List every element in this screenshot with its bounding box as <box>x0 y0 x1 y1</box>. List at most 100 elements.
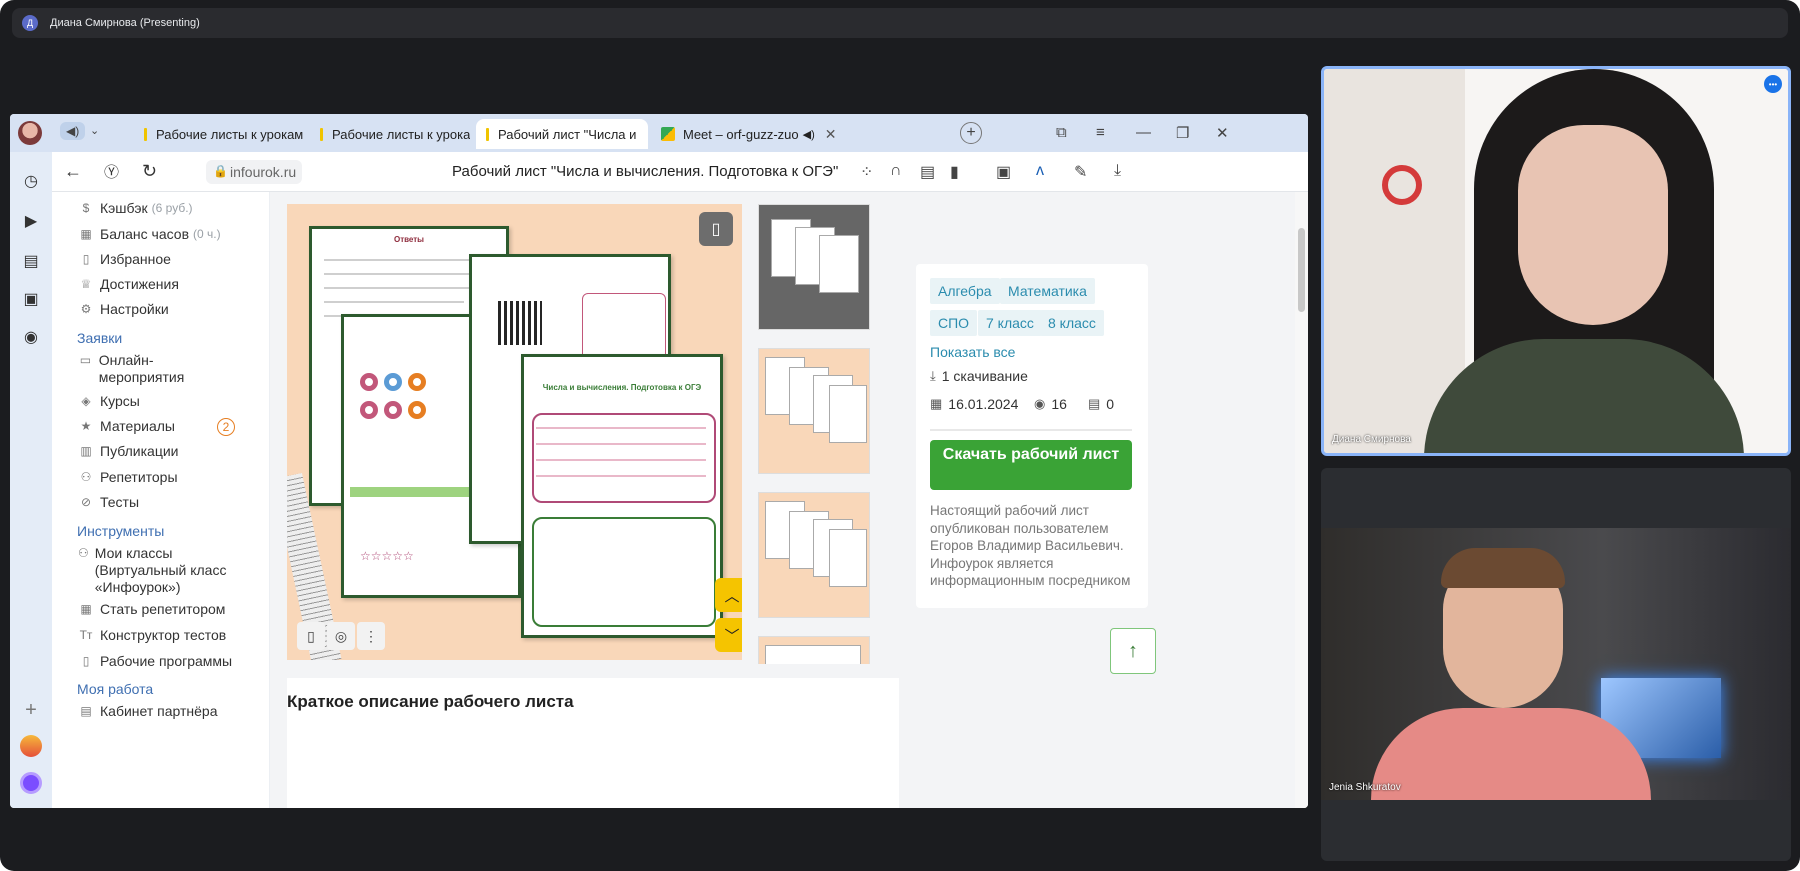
bookmark-icon: ▯ <box>82 252 90 266</box>
prev-page-button[interactable]: ︿ <box>715 578 742 612</box>
sidebar-item-tutors[interactable]: ⚇ Репетиторы <box>78 469 178 486</box>
sidebar-item-settings[interactable]: ⚙ Настройки <box>78 301 169 318</box>
tag-grade-8[interactable]: 8 класс <box>1040 310 1104 336</box>
scrollbar-thumb[interactable] <box>1298 228 1305 312</box>
sidebar-item-note: (0 ч.) <box>193 227 221 241</box>
more-icon[interactable]: ⋮ <box>357 622 385 650</box>
sidebar-item-label: Конструктор тестов <box>100 627 227 643</box>
sidebar-item-test-builder[interactable]: Tт Конструктор тестов <box>78 627 227 644</box>
tab-worksheets-1[interactable]: Рабочие листы к урокам <box>134 119 304 149</box>
tag-spo[interactable]: СПО <box>930 310 978 336</box>
speaking-indicator-icon: ••• <box>1764 75 1782 93</box>
section-tools: Инструменты <box>77 523 165 539</box>
comment-icon: ▤ <box>1088 396 1101 411</box>
restore-icon[interactable]: ❐ <box>1176 124 1189 142</box>
new-tab-button[interactable]: + <box>960 122 982 144</box>
puzzle-icon[interactable]: ✎ <box>1074 162 1087 182</box>
sidebar-item-cashback[interactable]: $ Кэшбэк (6 руб.) <box>78 200 193 217</box>
headphones-icon[interactable]: ∩ <box>890 162 902 180</box>
minimize-icon[interactable]: — <box>1136 124 1151 141</box>
tab-meet[interactable]: Meet – orf-guzz-zuo ◀) ✕ <box>655 119 835 149</box>
sidebar-item-courses[interactable]: ◈ Курсы <box>78 393 139 410</box>
downloads-count: ⤓ 1 скачивание <box>930 368 1028 384</box>
page-scrollbar[interactable] <box>1295 192 1308 808</box>
scroll-to-top-button[interactable]: ↑ <box>1110 628 1156 674</box>
sidebar-item-label: Материалы <box>100 418 175 434</box>
tabs-icon[interactable]: ⧉ <box>1056 124 1067 141</box>
sidebar-item-label: Избранное <box>100 251 171 267</box>
close-window-icon[interactable]: ✕ <box>1216 124 1229 142</box>
text-icon: Tт <box>79 628 93 642</box>
chevron-down-icon[interactable]: ⌄ <box>90 124 99 137</box>
screenshot-icon[interactable]: ◉ <box>21 328 41 348</box>
speaker-icon[interactable]: ◀) <box>60 122 86 140</box>
add-icon[interactable]: + <box>21 700 41 720</box>
sidebar-item-achievements[interactable]: ♕ Достижения <box>78 276 179 293</box>
thumbnail-2[interactable] <box>758 348 870 474</box>
profile-avatar[interactable] <box>18 121 42 145</box>
camera-icon[interactable]: ◎ <box>327 622 355 650</box>
url-text: infourok.ru <box>230 164 297 180</box>
play-icon[interactable]: ▶ <box>21 212 41 232</box>
sidebar-item-my-classes[interactable]: ⚇ Мои классы (Виртуальный класс «Инфоурок… <box>78 545 238 596</box>
people-icon: ⚇ <box>80 470 92 484</box>
meet-window: Д Диана Смирнова (Presenting) ◀) ⌄ Рабоч… <box>0 0 1800 871</box>
next-page-button[interactable]: ﹀ <box>715 618 742 652</box>
shared-browser: ◀) ⌄ Рабочие листы к урокам Рабочие лист… <box>10 114 1308 808</box>
assistant-icon[interactable] <box>20 772 42 794</box>
counter-icon[interactable]: ▣ <box>21 290 41 310</box>
thumbnail-4[interactable] <box>758 636 870 664</box>
menu-icon[interactable]: ≡ <box>1096 124 1105 141</box>
sidebar-item-partner[interactable]: ▤ Кабинет партнёра <box>78 703 217 720</box>
divider <box>930 429 1132 431</box>
sidebar-item-programs[interactable]: ▯ Рабочие программы <box>78 653 232 670</box>
publication-note: Настоящий рабочий лист опубликован польз… <box>930 503 1131 588</box>
app-icon[interactable] <box>20 735 42 757</box>
sidebar-item-become-tutor[interactable]: ▦ Стать репетитором <box>78 601 225 618</box>
sidebar-item-label: Репетиторы <box>100 469 178 485</box>
reader-icon[interactable]: ▤ <box>920 162 935 182</box>
tab-label: Рабочие листы к урокам <box>332 126 470 142</box>
tag-math[interactable]: Математика <box>1000 278 1095 304</box>
tag-algebra[interactable]: Алгебра <box>930 278 1000 304</box>
courses-icon: ◈ <box>81 394 91 408</box>
reload-icon[interactable]: ↻ <box>142 161 157 182</box>
sidebar-item-label: Кабинет партнёра <box>100 703 218 719</box>
tab-label: Рабочие листы к урокам <box>156 126 304 142</box>
lock-icon: 🔒 <box>213 164 228 178</box>
cashback-icon: $ <box>82 201 90 215</box>
trophy-icon: ♕ <box>80 277 92 291</box>
download-icon[interactable]: ⤓ <box>1114 162 1121 180</box>
show-all-link[interactable]: Показать все <box>930 344 1015 360</box>
yandex-icon[interactable]: Ⓨ <box>104 161 119 182</box>
sidebar-item-hours[interactable]: ▦ Баланс часов (0 ч.) <box>78 226 221 243</box>
sidebar-item-label: Кэшбэк <box>100 200 148 216</box>
class-icon: ⚇ <box>78 546 89 560</box>
tab-favicon-icon <box>486 128 489 141</box>
sidebar-item-publications[interactable]: ▥ Публикации <box>78 443 178 460</box>
tab-worksheets-2[interactable]: Рабочие листы к урокам <box>310 119 470 149</box>
sidebar-item-favorites[interactable]: ▯ Избранное <box>78 251 171 268</box>
url-field[interactable]: 🔒 infourok.ru <box>206 160 303 184</box>
bookmark-icon[interactable]: ▮ <box>950 162 959 182</box>
sidebar-item-events[interactable]: ▭ Онлайн-мероприятия <box>78 352 228 386</box>
sidebar-item-materials[interactable]: ★ Материалы 2 <box>78 418 268 436</box>
history-icon[interactable]: ◷ <box>21 172 41 192</box>
collections-icon[interactable]: ▤ <box>21 252 41 272</box>
translate-icon[interactable]: ᴧ <box>1036 162 1044 180</box>
tag-grade-7[interactable]: 7 класс <box>978 310 1042 336</box>
close-icon[interactable]: ✕ <box>825 126 835 143</box>
extension-icon[interactable]: ▣ <box>996 162 1011 182</box>
tab-worksheet-active[interactable]: Рабочий лист "Числа и <box>476 119 648 149</box>
thumbnail-3[interactable] <box>758 492 870 618</box>
download-worksheet-button[interactable]: Скачать рабочий лист <box>930 440 1132 490</box>
apps-icon[interactable]: ⁘ <box>860 162 873 182</box>
back-arrow-icon[interactable]: ← <box>64 161 82 182</box>
sidebar-item-tests[interactable]: ⊘ Тесты <box>78 494 139 511</box>
bookmark-icon[interactable]: ▯ <box>297 622 325 650</box>
bookmark-button[interactable]: ▯ <box>699 212 733 246</box>
thumbnail-1[interactable] <box>758 204 870 330</box>
views-count: ◉ 16 <box>1034 396 1067 412</box>
site-sidebar: $ Кэшбэк (6 руб.) ▦ Баланс часов (0 ч.) ▯ Изб… <box>52 192 270 808</box>
sidebar-item-label: Тесты <box>100 494 140 510</box>
